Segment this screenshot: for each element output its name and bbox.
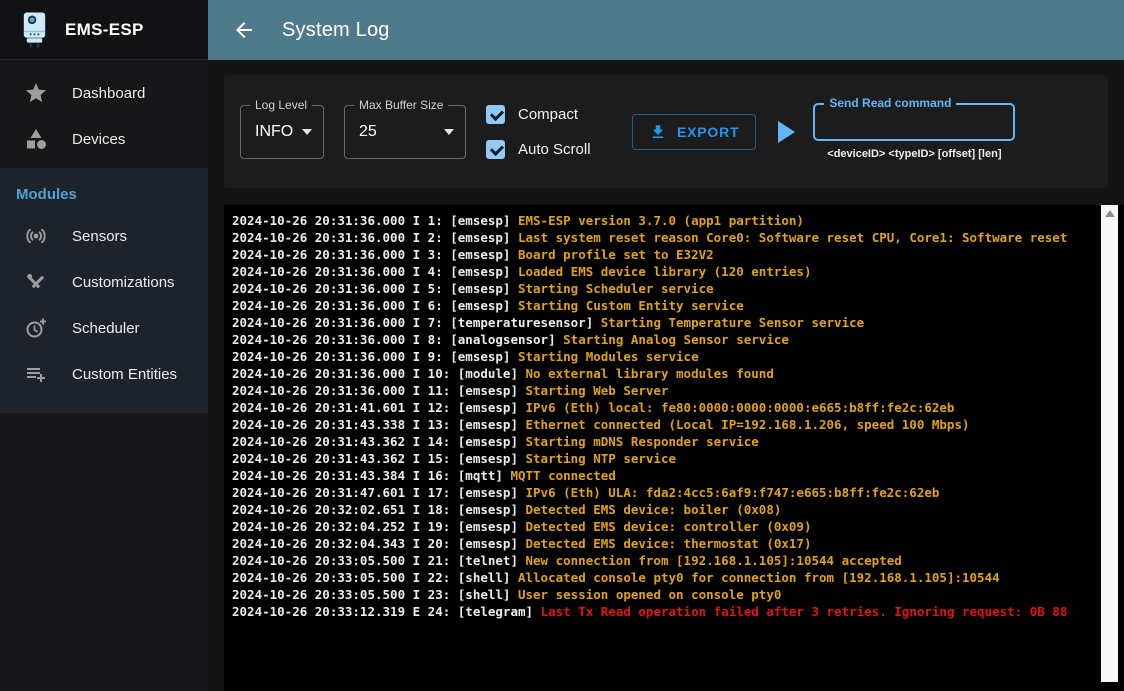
compact-checkbox-row[interactable]: Compact bbox=[486, 105, 618, 124]
scroll-up-arrow-icon[interactable] bbox=[1105, 210, 1115, 217]
send-read-group: Send Read command <deviceID> <typeID> [o… bbox=[813, 103, 1015, 160]
sidebar-modules-section: Modules Sensors bbox=[0, 168, 208, 413]
tools-icon bbox=[24, 270, 48, 294]
max-buffer-value: 25 bbox=[359, 123, 377, 141]
log-line: 2024-10-26 20:31:36.000 I 10: [module] N… bbox=[232, 365, 1124, 382]
sidebar-item-label: Devices bbox=[72, 131, 125, 148]
log-line: 2024-10-26 20:31:36.000 I 8: [analogsens… bbox=[232, 331, 1124, 348]
send-read-input[interactable] bbox=[815, 105, 1013, 139]
checkbox-group: Compact Auto Scroll bbox=[486, 105, 618, 159]
chevron-down-icon bbox=[302, 129, 312, 135]
playlist-add-icon bbox=[24, 362, 48, 386]
log-line: 2024-10-26 20:33:05.500 I 23: [shell] Us… bbox=[232, 586, 1124, 603]
log-line: 2024-10-26 20:32:04.252 I 19: [emsesp] D… bbox=[232, 518, 1124, 535]
send-read-helper: <deviceID> <typeID> [offset] [len] bbox=[813, 148, 1015, 160]
sensors-icon bbox=[24, 224, 48, 248]
log-line: 2024-10-26 20:33:05.500 I 21: [telnet] N… bbox=[232, 552, 1124, 569]
log-scrollbar[interactable] bbox=[1101, 205, 1118, 682]
max-buffer-select[interactable]: Max Buffer Size 25 bbox=[344, 105, 466, 159]
sidebar: EMS-ESP Dashboard Devices bbox=[0, 0, 208, 691]
log-line: 2024-10-26 20:31:36.000 I 1: [emsesp] EM… bbox=[232, 212, 1124, 229]
log-panel: 2024-10-26 20:31:36.000 I 1: [emsesp] EM… bbox=[224, 205, 1124, 691]
log-line: 2024-10-26 20:31:43.362 I 14: [emsesp] S… bbox=[232, 433, 1124, 450]
modules-section-header: Modules bbox=[0, 178, 208, 213]
sidebar-item-sensors[interactable]: Sensors bbox=[0, 213, 208, 259]
clock-plus-icon bbox=[24, 316, 48, 340]
log-line: 2024-10-26 20:32:04.343 I 20: [emsesp] D… bbox=[232, 535, 1124, 552]
page-title: System Log bbox=[282, 19, 390, 42]
log-line: 2024-10-26 20:31:36.000 I 6: [emsesp] St… bbox=[232, 297, 1124, 314]
main-content: Log Level INFO Max Buffer Size 25 Compac… bbox=[208, 60, 1124, 691]
category-icon bbox=[24, 127, 48, 151]
log-line: 2024-10-26 20:32:02.651 I 18: [emsesp] D… bbox=[232, 501, 1124, 518]
page: EMS-ESP Dashboard Devices bbox=[0, 0, 1124, 691]
export-button[interactable]: EXPORT bbox=[632, 114, 756, 150]
log-line: 2024-10-26 20:33:05.500 I 22: [shell] Al… bbox=[232, 569, 1124, 586]
auto-scroll-checkbox-row[interactable]: Auto Scroll bbox=[486, 140, 618, 159]
log-line: 2024-10-26 20:31:41.601 I 12: [emsesp] I… bbox=[232, 399, 1124, 416]
sidebar-item-devices[interactable]: Devices bbox=[0, 116, 208, 162]
log-line: 2024-10-26 20:33:12.319 E 24: [telegram]… bbox=[232, 603, 1124, 620]
chevron-down-icon bbox=[444, 129, 454, 135]
log-level-value: INFO bbox=[255, 123, 293, 141]
log-line: 2024-10-26 20:31:36.000 I 3: [emsesp] Bo… bbox=[232, 246, 1124, 263]
log-line: 2024-10-26 20:31:36.000 I 5: [emsesp] St… bbox=[232, 280, 1124, 297]
sidebar-item-label: Scheduler bbox=[72, 320, 140, 337]
boiler-logo-icon bbox=[18, 10, 51, 50]
download-icon bbox=[649, 123, 667, 141]
sidebar-item-scheduler[interactable]: Scheduler bbox=[0, 305, 208, 351]
auto-scroll-label: Auto Scroll bbox=[518, 141, 591, 158]
sidebar-item-label: Sensors bbox=[72, 228, 127, 245]
sidebar-item-label: Dashboard bbox=[72, 85, 145, 102]
auto-scroll-checkbox[interactable] bbox=[486, 140, 505, 159]
log-line: 2024-10-26 20:31:36.000 I 2: [emsesp] La… bbox=[232, 229, 1124, 246]
sidebar-item-custom-entities[interactable]: Custom Entities bbox=[0, 351, 208, 397]
app-title: EMS-ESP bbox=[65, 20, 144, 40]
compact-checkbox[interactable] bbox=[486, 105, 505, 124]
back-button[interactable] bbox=[232, 18, 256, 42]
log-lines: 2024-10-26 20:31:36.000 I 1: [emsesp] EM… bbox=[224, 205, 1124, 620]
send-read-label: Send Read command bbox=[824, 96, 956, 110]
max-buffer-label: Max Buffer Size bbox=[354, 98, 448, 112]
appbar: System Log bbox=[208, 0, 1124, 60]
log-line: 2024-10-26 20:31:36.000 I 4: [emsesp] Lo… bbox=[232, 263, 1124, 280]
send-read-field[interactable]: Send Read command bbox=[813, 103, 1015, 141]
log-line: 2024-10-26 20:31:47.601 I 17: [emsesp] I… bbox=[232, 484, 1124, 501]
sidebar-nav: Dashboard Devices Modules bbox=[0, 60, 208, 413]
log-level-select[interactable]: Log Level INFO bbox=[240, 105, 324, 159]
log-line: 2024-10-26 20:31:43.338 I 13: [emsesp] E… bbox=[232, 416, 1124, 433]
send-play-icon[interactable] bbox=[778, 121, 795, 143]
sidebar-item-customizations[interactable]: Customizations bbox=[0, 259, 208, 305]
log-line: 2024-10-26 20:31:36.000 I 11: [emsesp] S… bbox=[232, 382, 1124, 399]
sidebar-item-dashboard[interactable]: Dashboard bbox=[0, 70, 208, 116]
log-level-label: Log Level bbox=[250, 98, 312, 112]
sidebar-item-label: Custom Entities bbox=[72, 366, 177, 383]
star-icon bbox=[24, 81, 48, 105]
log-line: 2024-10-26 20:31:43.362 I 15: [emsesp] S… bbox=[232, 450, 1124, 467]
sidebar-item-label: Customizations bbox=[72, 274, 175, 291]
log-line: 2024-10-26 20:31:36.000 I 9: [emsesp] St… bbox=[232, 348, 1124, 365]
log-line: 2024-10-26 20:31:43.384 I 16: [mqtt] MQT… bbox=[232, 467, 1124, 484]
controls-card: Log Level INFO Max Buffer Size 25 Compac… bbox=[224, 75, 1108, 188]
export-label: EXPORT bbox=[677, 124, 739, 140]
log-line: 2024-10-26 20:31:36.000 I 7: [temperatur… bbox=[232, 314, 1124, 331]
compact-label: Compact bbox=[518, 106, 578, 123]
app-logo-area: EMS-ESP bbox=[0, 0, 208, 60]
